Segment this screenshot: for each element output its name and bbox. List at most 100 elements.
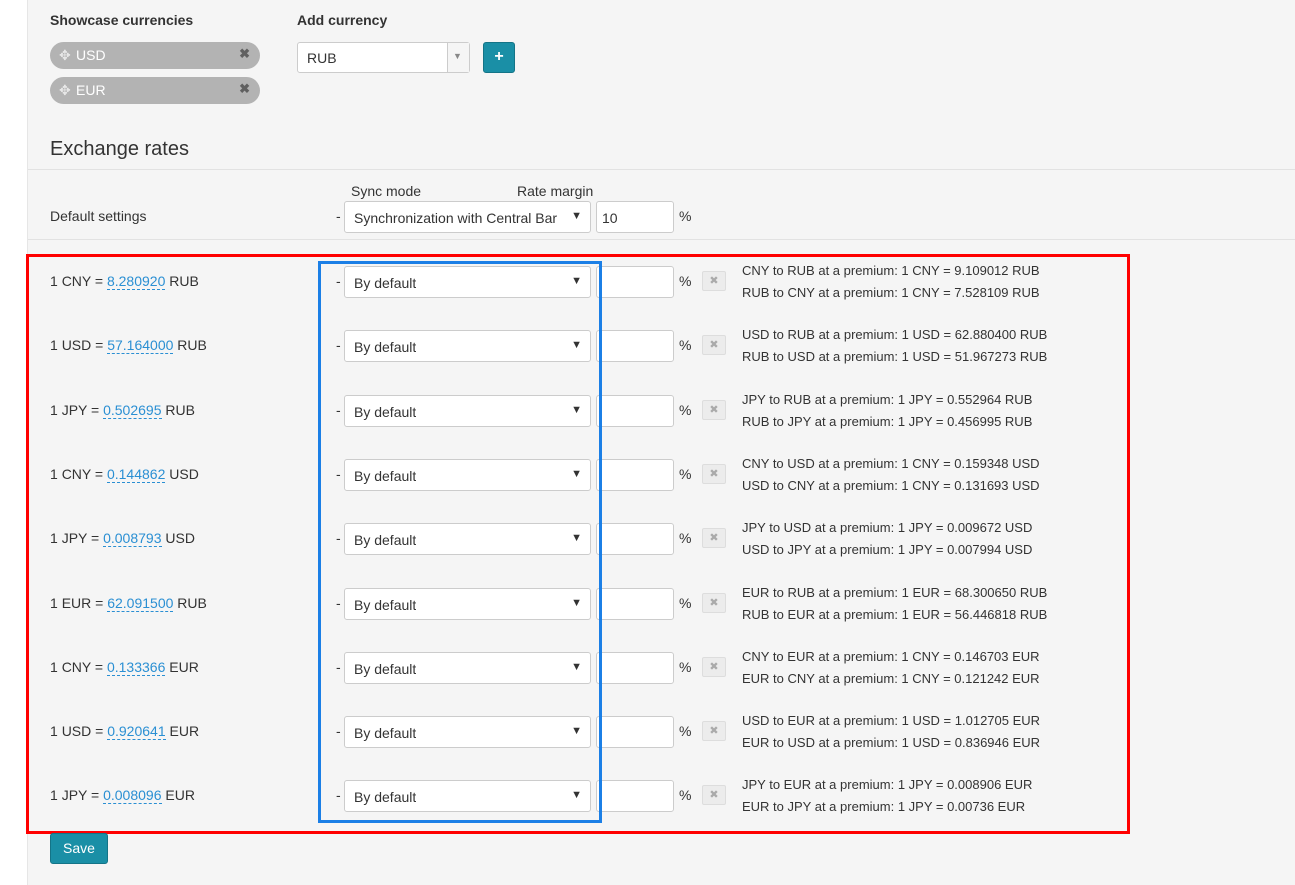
rate-margin-input[interactable] xyxy=(596,780,674,812)
sync-mode-select[interactable]: By default ▼ xyxy=(344,780,591,812)
premium-line-forward: JPY to EUR at a premium: 1 JPY = 0.00890… xyxy=(742,777,1033,792)
sync-mode-select[interactable]: By default ▼ xyxy=(344,588,591,620)
reset-margin-button[interactable]: ✖ xyxy=(702,785,726,805)
rate-margin-input[interactable] xyxy=(596,395,674,427)
add-currency-button[interactable]: + xyxy=(483,42,515,73)
rate-margin-input[interactable] xyxy=(596,716,674,748)
rate-margin-input[interactable] xyxy=(596,588,674,620)
chip-code: USD xyxy=(76,47,106,63)
chevron-down-icon: ▼ xyxy=(571,661,582,673)
premium-line-reverse: USD to CNY at a premium: 1 CNY = 0.13169… xyxy=(742,478,1040,493)
chevron-down-icon: ▼ xyxy=(571,210,582,222)
chevron-down-icon: ▼ xyxy=(571,725,582,737)
move-icon[interactable]: ✥ xyxy=(59,47,71,64)
percent-sign: % xyxy=(679,273,692,289)
rate-value-link[interactable]: 57.164000 xyxy=(107,337,174,354)
rate-value-link[interactable]: 0.502695 xyxy=(103,402,162,419)
reset-margin-button[interactable]: ✖ xyxy=(702,593,726,613)
close-icon: ✖ xyxy=(709,661,719,673)
close-icon: ✖ xyxy=(709,468,719,480)
rate-value-link[interactable]: 8.280920 xyxy=(106,273,166,290)
sync-mode-value: By default xyxy=(354,725,417,741)
chevron-down-icon: ▼ xyxy=(571,275,582,287)
rate-value-link[interactable]: 0.920641 xyxy=(107,723,166,740)
premium-line-reverse: EUR to JPY at a premium: 1 JPY = 0.00736… xyxy=(742,799,1026,814)
save-button[interactable]: Save xyxy=(50,833,108,864)
sync-mode-select[interactable]: By default ▼ xyxy=(344,330,591,362)
rate-value-link[interactable]: 0.144862 xyxy=(106,466,166,483)
chevron-down-icon: ▼ xyxy=(571,532,582,544)
premium-info: JPY to USD at a premium: 1 JPY = 0.00967… xyxy=(742,517,1032,561)
rate-margin-input[interactable] xyxy=(596,652,674,684)
quote-currency: RUB xyxy=(169,273,199,289)
rate-label: 1 JPY = 0.008096 EUR xyxy=(50,787,195,804)
rate-margin-input[interactable] xyxy=(596,459,674,491)
percent-sign: % xyxy=(679,402,692,418)
sync-mode-value: By default xyxy=(354,532,417,548)
rate-value-link[interactable]: 0.008096 xyxy=(103,787,162,804)
premium-info: CNY to RUB at a premium: 1 CNY = 9.10901… xyxy=(742,260,1040,304)
rate-margin-input[interactable] xyxy=(596,330,674,362)
quote-currency: USD xyxy=(165,530,195,546)
exchange-rates-title: Exchange rates xyxy=(50,138,189,160)
rate-label: 1 CNY = 0.133366 EUR xyxy=(50,659,199,676)
showcase-currencies-title: Showcase currencies xyxy=(50,12,194,28)
sync-mode-value: By default xyxy=(354,339,417,355)
sync-mode-value: By default xyxy=(354,661,417,677)
close-icon[interactable]: ✖ xyxy=(239,46,250,62)
chevron-down-icon: ▼ xyxy=(571,339,582,351)
default-margin-input[interactable]: 10 xyxy=(596,201,674,233)
chevron-down-icon: ▼ xyxy=(571,404,582,416)
rate-value-link[interactable]: 0.133366 xyxy=(106,659,166,676)
reset-margin-button[interactable]: ✖ xyxy=(702,271,726,291)
default-sync-select[interactable]: Synchronization with Central Bar ▼ xyxy=(344,201,591,233)
dash: - xyxy=(336,208,341,224)
percent-sign: % xyxy=(679,659,692,675)
default-settings-label: Default settings xyxy=(50,208,147,224)
rate-label: 1 JPY = 0.008793 USD xyxy=(50,530,195,547)
rate-margin-input[interactable] xyxy=(596,266,674,298)
sync-mode-select[interactable]: By default ▼ xyxy=(344,523,591,555)
quote-currency: EUR xyxy=(169,659,199,675)
rate-value-link[interactable]: 62.091500 xyxy=(107,595,174,612)
premium-line-reverse: RUB to CNY at a premium: 1 CNY = 7.52810… xyxy=(742,285,1040,300)
rate-value-link[interactable]: 0.008793 xyxy=(103,530,162,547)
chip-code: EUR xyxy=(76,82,106,98)
dash: - xyxy=(336,273,341,289)
rate-label: 1 EUR = 62.091500 RUB xyxy=(50,595,207,612)
sync-mode-value: By default xyxy=(354,597,417,613)
reset-margin-button[interactable]: ✖ xyxy=(702,721,726,741)
quote-currency: RUB xyxy=(177,337,207,353)
sync-mode-select[interactable]: By default ▼ xyxy=(344,652,591,684)
sync-mode-select[interactable]: By default ▼ xyxy=(344,266,591,298)
selected-currency: RUB xyxy=(307,50,337,66)
reset-margin-button[interactable]: ✖ xyxy=(702,528,726,548)
percent-sign: % xyxy=(679,337,692,353)
close-icon[interactable]: ✖ xyxy=(239,81,250,97)
rate-margin-input[interactable] xyxy=(596,523,674,555)
quote-currency: EUR xyxy=(165,787,195,803)
reset-margin-button[interactable]: ✖ xyxy=(702,400,726,420)
reset-margin-button[interactable]: ✖ xyxy=(702,657,726,677)
move-icon[interactable]: ✥ xyxy=(59,82,71,99)
dropdown-toggle[interactable]: ▼ xyxy=(447,43,469,72)
reset-margin-button[interactable]: ✖ xyxy=(702,335,726,355)
base-currency: USD xyxy=(61,723,92,739)
currency-chip-usd[interactable]: ✥ USD ✖ xyxy=(50,42,260,69)
sync-mode-select[interactable]: By default ▼ xyxy=(344,459,591,491)
quote-currency: EUR xyxy=(169,723,200,739)
sync-mode-select[interactable]: By default ▼ xyxy=(344,716,591,748)
premium-info: USD to RUB at a premium: 1 USD = 62.8804… xyxy=(742,324,1047,368)
sync-mode-select[interactable]: By default ▼ xyxy=(344,395,591,427)
add-currency-select[interactable]: RUB ▼ xyxy=(297,42,470,73)
default-sync-value: Synchronization with Central Bar xyxy=(354,210,558,226)
base-currency: JPY xyxy=(61,530,88,546)
premium-line-forward: EUR to RUB at a premium: 1 EUR = 68.3006… xyxy=(742,585,1048,600)
dash: - xyxy=(336,787,341,803)
base-currency: JPY xyxy=(61,787,88,803)
percent-sign: % xyxy=(679,787,692,803)
default-margin-value: 10 xyxy=(602,210,618,226)
reset-margin-button[interactable]: ✖ xyxy=(702,464,726,484)
rate-label: 1 CNY = 8.280920 RUB xyxy=(50,273,199,290)
currency-chip-eur[interactable]: ✥ EUR ✖ xyxy=(50,77,260,104)
